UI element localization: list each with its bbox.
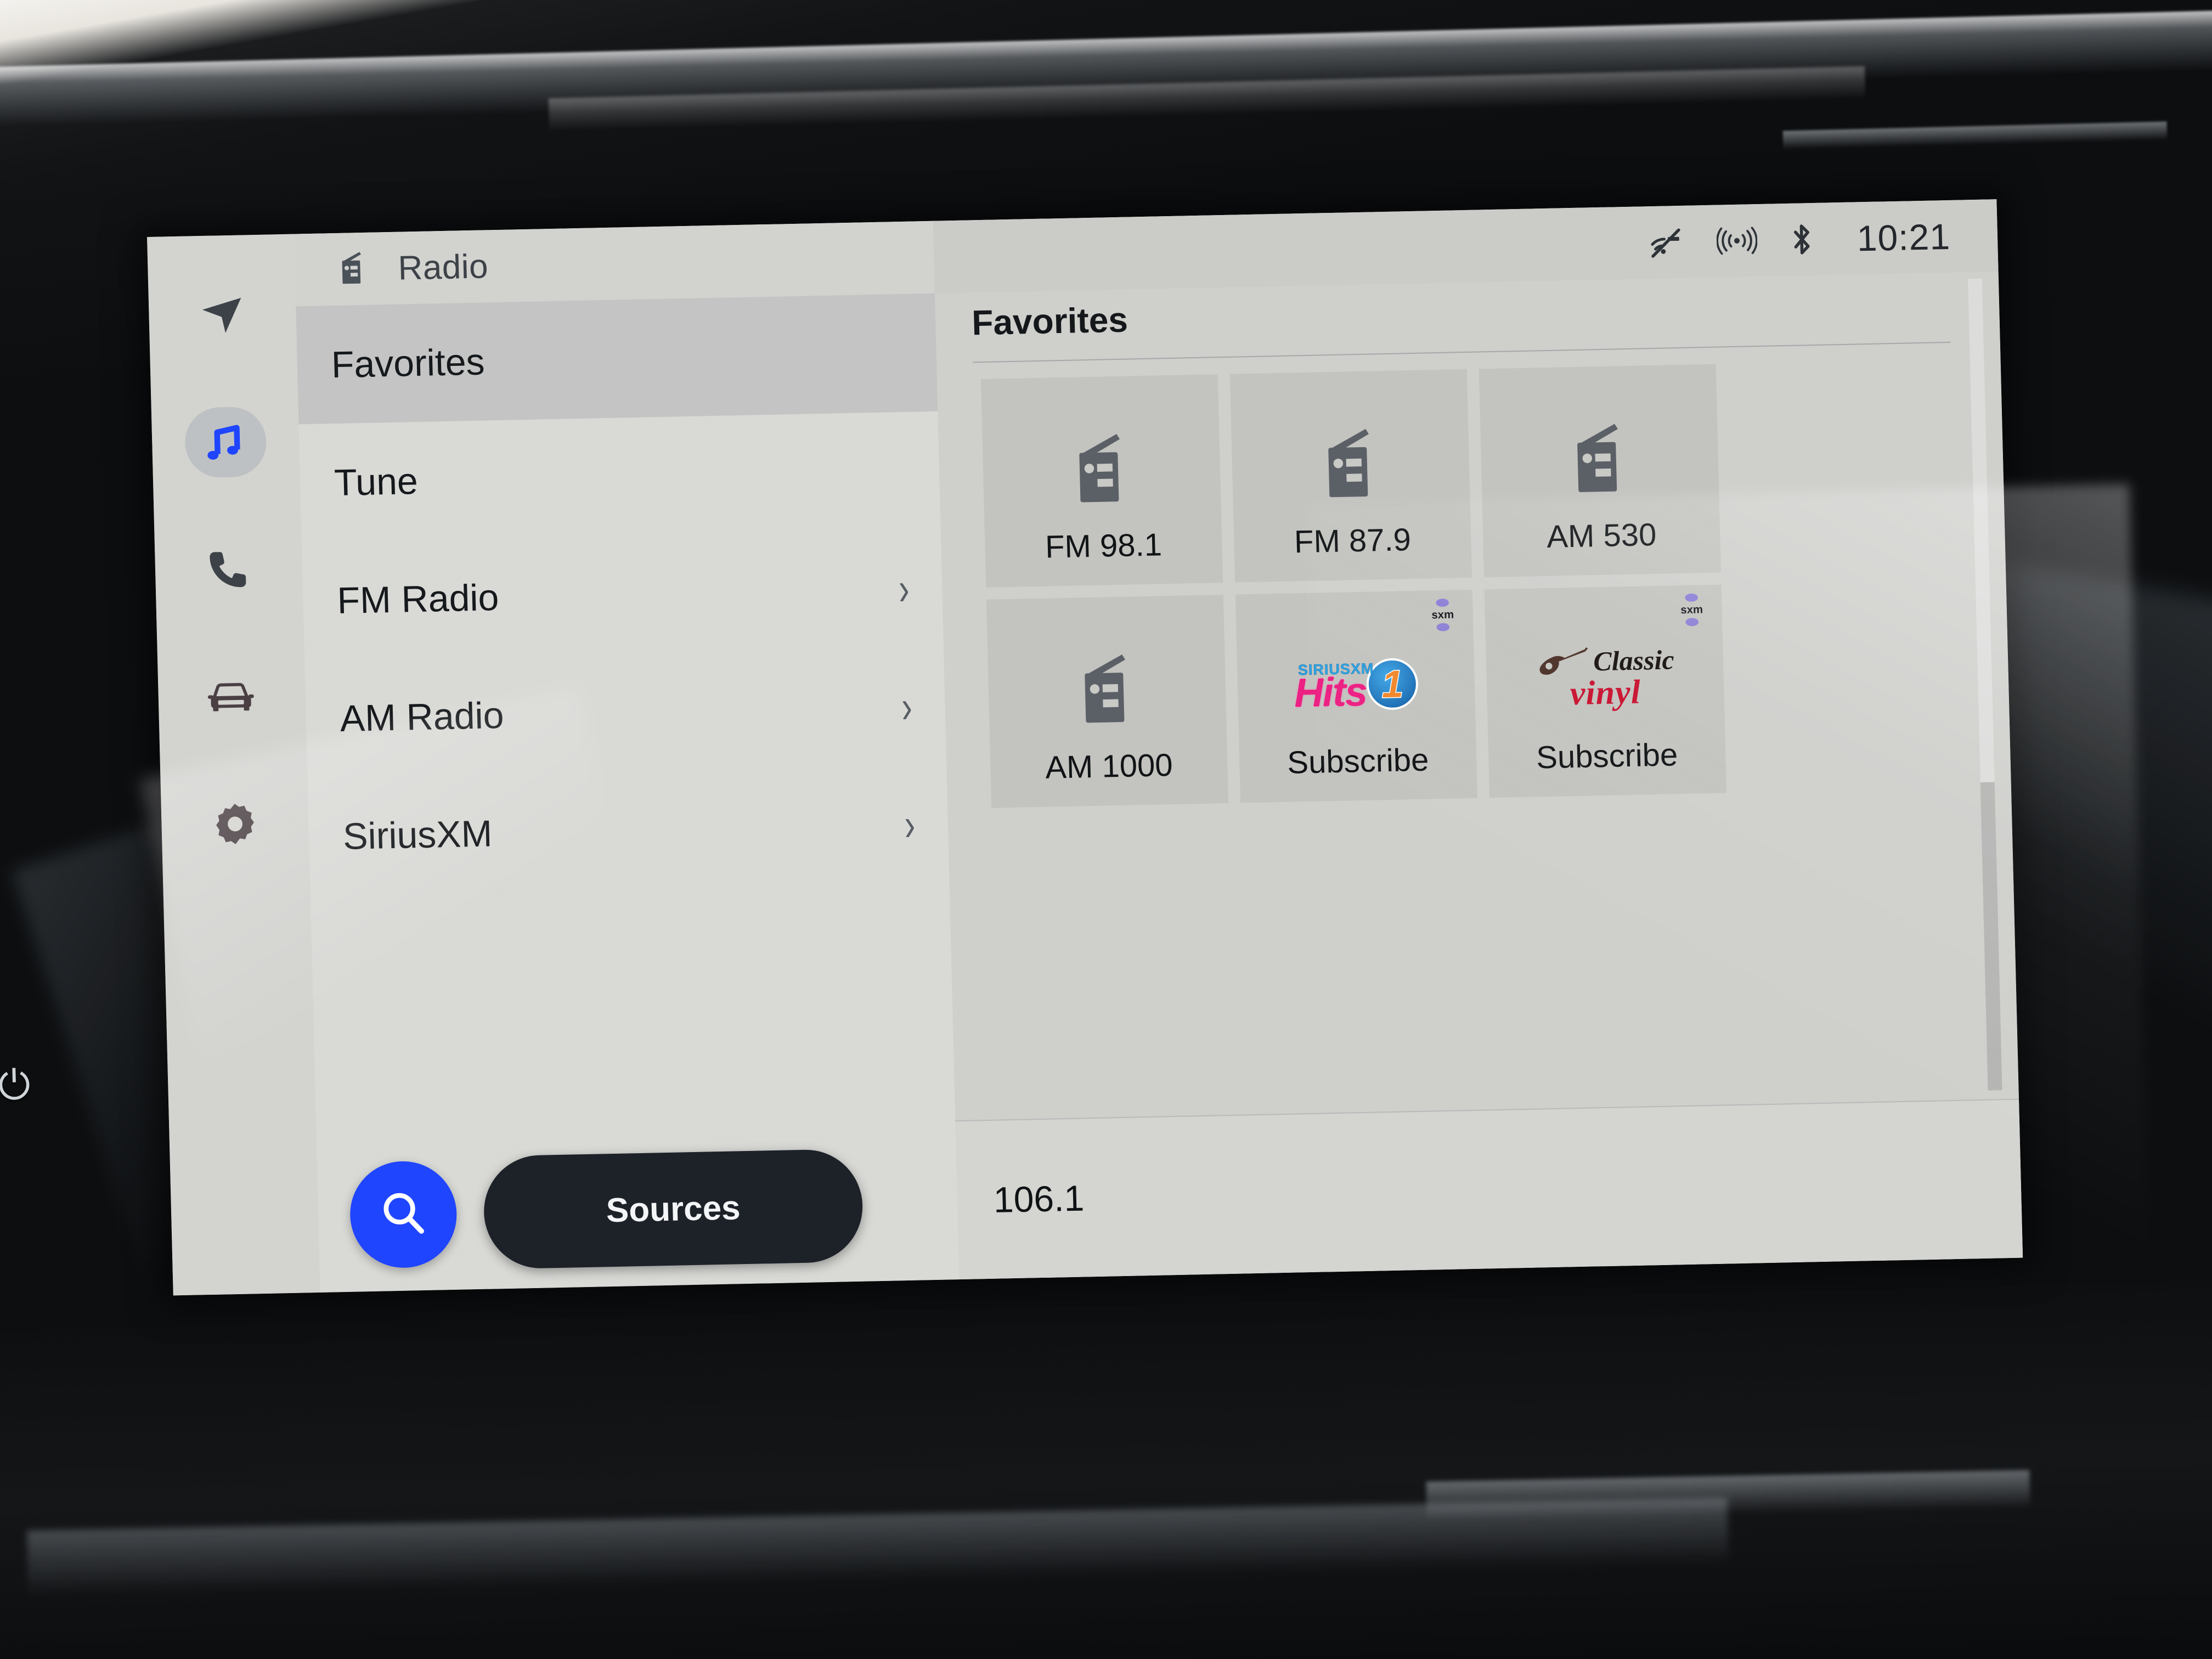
phone-icon — [203, 544, 255, 595]
siriusxm-hits1-logo: SIRIUSXM Hits 1 — [1236, 622, 1476, 746]
menu-item-label: AM Radio — [339, 694, 505, 740]
favorite-tile[interactable]: AM 1000 — [986, 595, 1229, 808]
radio-icon — [333, 248, 373, 290]
chevron-right-icon: › — [898, 563, 910, 615]
logo-brand-text: SIRIUSXM — [1297, 660, 1374, 678]
rail-item-vehicle[interactable] — [184, 649, 280, 744]
svg-text:sxm: sxm — [1680, 603, 1703, 616]
search-button[interactable] — [348, 1160, 458, 1269]
rail-item-navigation[interactable] — [174, 268, 270, 363]
menu-item-label: Favorites — [330, 340, 486, 386]
radio-icon — [1231, 401, 1470, 525]
navigation-arrow-icon — [196, 289, 248, 341]
broadcast-signal-icon — [1716, 225, 1758, 256]
svg-text:sxm: sxm — [1431, 609, 1454, 622]
favorites-section: Favorites FM 98.1 FM 87.9 AM 530 AM 1000… — [935, 272, 2019, 1120]
radio-icon — [1480, 396, 1719, 520]
classic-vinyl-logo: Classic vinyl — [1485, 617, 1725, 741]
menu-item-label: Tune — [334, 460, 419, 504]
search-icon — [374, 1184, 433, 1245]
rail-item-media[interactable] — [178, 394, 273, 489]
menu-item-tune[interactable]: Tune — [299, 411, 941, 543]
favorite-tile-label: AM 530 — [1546, 516, 1657, 555]
favorite-tile[interactable]: AM 530 — [1479, 364, 1722, 578]
favorite-tile[interactable]: FM 87.9 — [1229, 369, 1472, 583]
now-playing-bar[interactable]: 106.1 — [955, 1098, 2023, 1280]
sources-button-label: Sources — [606, 1188, 741, 1229]
music-note-icon — [199, 415, 252, 469]
menu-item-fm-radio[interactable]: FM Radio › — [302, 529, 944, 661]
bezel-lower-panel — [0, 1279, 2212, 1659]
menu-action-bar: Sources — [317, 1127, 960, 1293]
favorite-tile-label: AM 1000 — [1045, 747, 1173, 786]
favorites-heading: Favorites — [971, 300, 1128, 343]
sxm-badge-icon: sxm — [1675, 592, 1708, 627]
rail-item-phone[interactable] — [181, 522, 276, 617]
dashboard-photo: ⏻ Radio Favorites Tune FM Radio › AM Rad… — [0, 0, 2212, 1659]
favorite-tile-label: FM 98.1 — [1045, 527, 1163, 565]
logo-word-vinyl: vinyl — [1570, 673, 1641, 712]
menu-header: Radio — [294, 221, 935, 307]
menu-item-label: FM Radio — [336, 576, 500, 622]
rail-item-settings[interactable] — [187, 776, 283, 871]
menu-item-label: SiriusXM — [342, 812, 493, 857]
favorites-grid: FM 98.1 FM 87.9 AM 530 AM 1000 sxm SIRIU… — [936, 342, 2011, 809]
menu-item-am-radio[interactable]: AM Radio › — [304, 647, 946, 778]
car-icon — [204, 669, 260, 725]
bezel-gloss-highlight-secondary — [1782, 121, 2168, 150]
favorites-pane: 10:21 Favorites FM 98.1 FM 87.9 AM 530 A… — [933, 199, 2023, 1280]
logo-word-classic: Classic — [1593, 644, 1675, 677]
logo-name-text: Hits — [1293, 668, 1368, 716]
bluetooth-icon — [1786, 221, 1817, 258]
favorite-tile-label: FM 87.9 — [1294, 522, 1412, 560]
logo-number-text: 1 — [1380, 662, 1404, 707]
radio-source-list: Favorites Tune FM Radio › AM Radio › Sir… — [296, 293, 955, 1140]
menu-header-title: Radio — [397, 247, 489, 287]
sxm-badge-icon: sxm — [1426, 597, 1459, 632]
menu-item-siriusxm[interactable]: SiriusXM › — [308, 765, 950, 896]
chevron-right-icon: › — [901, 681, 913, 733]
gear-icon — [209, 798, 261, 850]
favorite-tile-label: Subscribe — [1286, 742, 1430, 781]
favorite-tile[interactable]: FM 98.1 — [980, 374, 1223, 588]
infotainment-screen: Radio Favorites Tune FM Radio › AM Radio — [147, 199, 2023, 1296]
navigation-rail — [147, 234, 320, 1296]
chevron-right-icon: › — [904, 799, 916, 851]
radio-menu-panel: Radio Favorites Tune FM Radio › AM Radio — [294, 221, 960, 1293]
logo-number-badge: 1 — [1366, 658, 1419, 711]
radio-icon — [987, 627, 1227, 751]
menu-item-favorites[interactable]: Favorites — [296, 293, 938, 425]
status-clock: 10:21 — [1856, 216, 1951, 259]
antenna-muted-icon — [1647, 225, 1687, 259]
power-icon[interactable]: ⏻ — [0, 1058, 41, 1112]
favorite-tile-label: Subscribe — [1536, 737, 1679, 776]
sources-button[interactable]: Sources — [482, 1148, 864, 1269]
favorite-tile[interactable]: sxm SIRIUSXM Hits 1 Subscribe — [1235, 589, 1478, 803]
radio-icon — [981, 406, 1221, 530]
favorite-tile[interactable]: sxm Classic vinyl Subscribe — [1484, 584, 1726, 798]
now-playing-station: 106.1 — [993, 1177, 1085, 1220]
